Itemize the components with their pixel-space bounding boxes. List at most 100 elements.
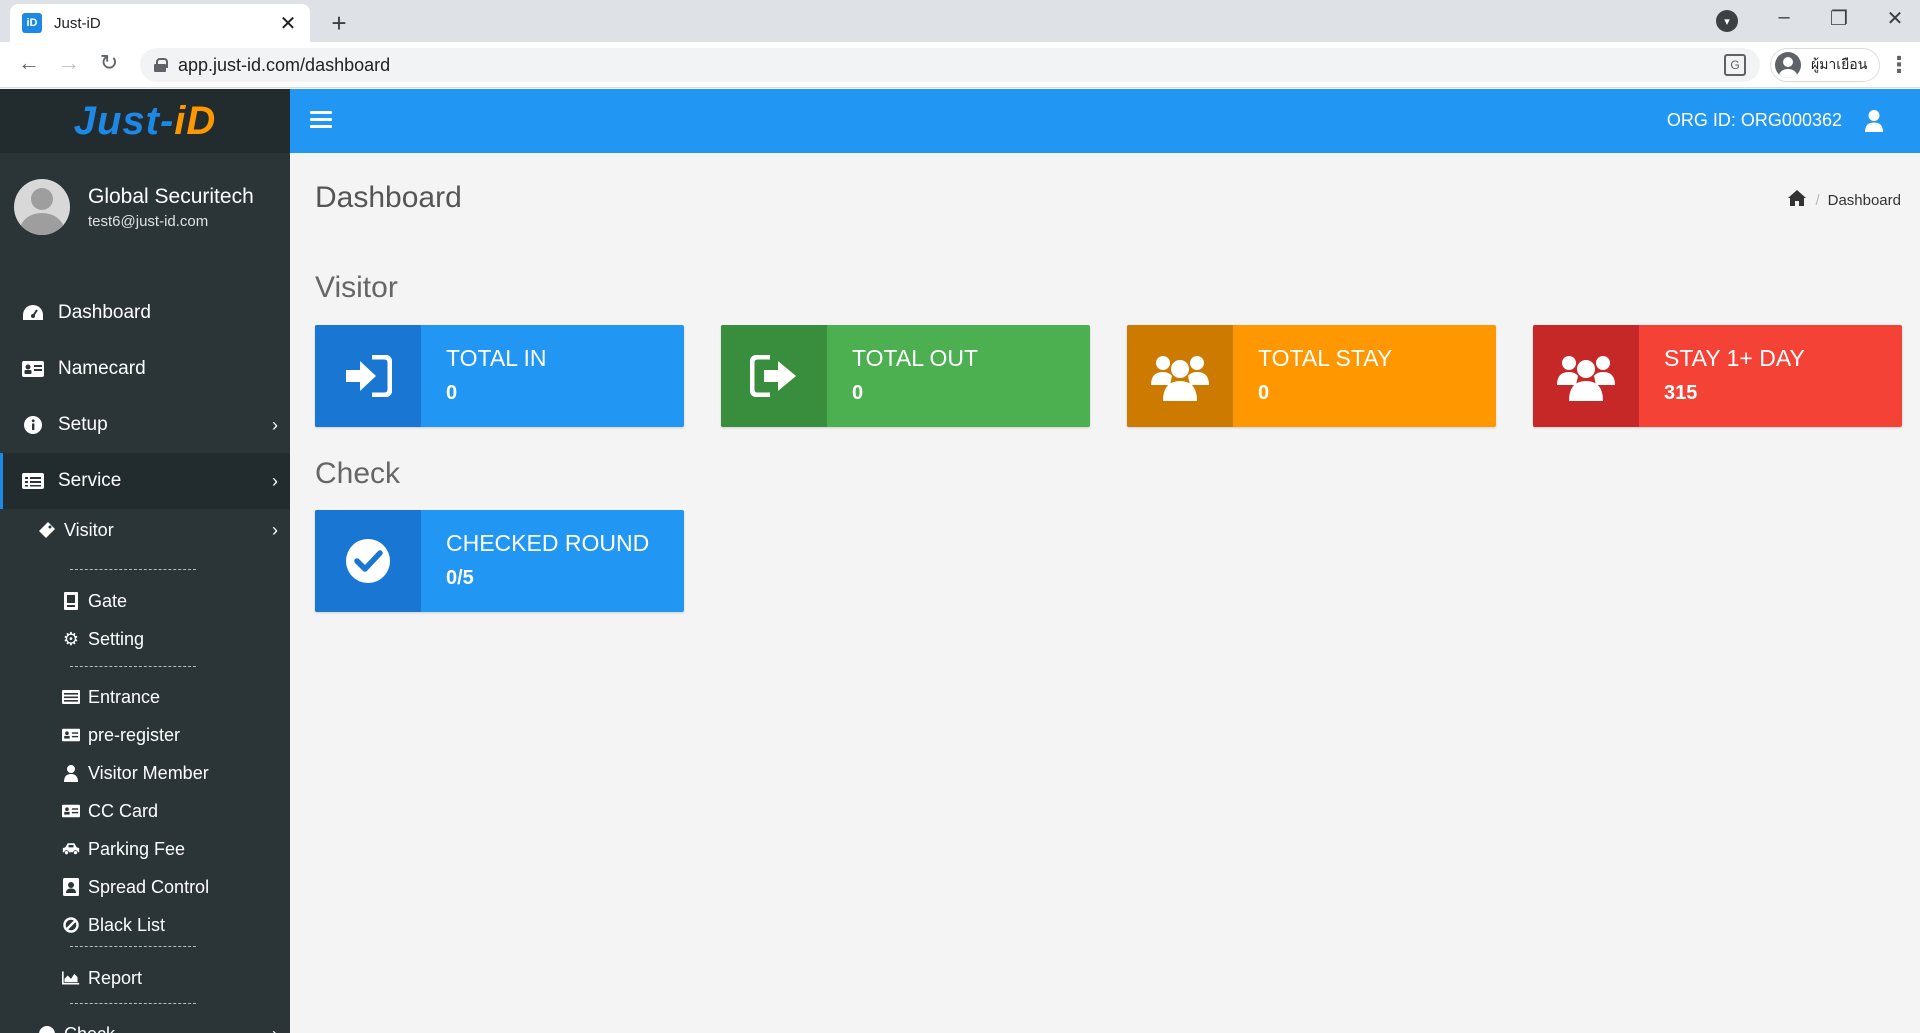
info-box-value: 0/5 [446, 567, 474, 589]
window-close-icon[interactable]: ✕ [1880, 6, 1910, 31]
info-box-label: TOTAL STAY [1258, 345, 1393, 371]
new-tab-button[interactable]: + [326, 8, 352, 39]
chart-icon [62, 969, 80, 987]
info-box-label: TOTAL IN [446, 345, 547, 371]
sign-out-icon [721, 325, 827, 427]
user-icon[interactable] [1864, 109, 1884, 133]
sidebar-item-report[interactable]: Report [0, 959, 290, 997]
breadcrumb-separator: / [1815, 191, 1820, 209]
dashboard-icon [22, 302, 44, 324]
sidebar-item-parking-fee[interactable]: Parking Fee [0, 830, 290, 868]
close-tab-icon[interactable]: ✕ [278, 11, 298, 36]
menu-toggle-icon[interactable] [310, 111, 332, 129]
info-box-checked-round[interactable]: CHECKED ROUND 0/5 [315, 510, 684, 612]
info-icon [22, 414, 44, 436]
restore-icon[interactable]: ❐ [1824, 6, 1854, 31]
info-box-label: STAY 1+ DAY [1664, 345, 1805, 371]
sidebar-item-visitor[interactable]: Visitor › [0, 511, 290, 549]
contact-icon [62, 878, 80, 896]
list-icon [62, 688, 80, 706]
divider [70, 666, 196, 667]
logo: Just-iD [73, 98, 217, 143]
sidebar-item-label: Visitor [64, 519, 114, 540]
browser-tab-bar: iD Just-iD ✕ + ▾ – ❐ ✕ [0, 0, 1920, 42]
browser-toolbar: ← → ↻ app.just-id.com/dashboard [0, 42, 1920, 88]
url-text[interactable]: app.just-id.com/dashboard [178, 55, 390, 76]
sidebar-item-label: Entrance [88, 686, 161, 707]
check-icon [38, 1025, 56, 1033]
browser-menu-icon[interactable]: ⋮ [1888, 52, 1910, 78]
sidebar-item-label: CC Card [88, 800, 159, 821]
sidebar-item-namecard[interactable]: Namecard [0, 341, 290, 397]
id-card-icon [22, 358, 44, 380]
car-icon [62, 840, 80, 858]
sidebar-item-label: Parking Fee [88, 838, 186, 859]
sidebar-item-label: Dashboard [58, 302, 151, 323]
profile-name: ผู้มาเยือน [1811, 56, 1868, 72]
info-box-value: 315 [1664, 382, 1698, 404]
sidebar-item-label: Gate [88, 590, 128, 611]
gate-icon [62, 592, 80, 610]
avatar [14, 179, 70, 235]
tab-title: Just-iD [54, 14, 101, 32]
forward-icon[interactable]: → [54, 50, 84, 76]
sidebar-item-service[interactable]: Service › [0, 453, 290, 509]
sidebar-item-entrance[interactable]: Entrance [0, 678, 290, 716]
sidebar-item-check[interactable]: Check › [0, 1015, 290, 1033]
user-icon [62, 764, 80, 782]
divider [70, 946, 196, 947]
sidebar-item-spread-control[interactable]: Spread Control [0, 868, 290, 906]
chevron-right-icon: › [272, 519, 278, 540]
ticket-icon [38, 521, 56, 539]
top-navbar: ORG ID: ORG000362 [290, 89, 1920, 153]
sidebar-item-label: Setup [58, 414, 108, 435]
ban-icon [62, 916, 80, 934]
info-box-value: 0 [852, 382, 864, 404]
chevron-right-icon: › [272, 1024, 278, 1033]
chevron-right-icon: › [272, 414, 278, 435]
sidebar-item-setup[interactable]: Setup › [0, 397, 290, 453]
sidebar-item-dashboard[interactable]: Dashboard [0, 285, 290, 341]
lock-icon[interactable] [154, 58, 168, 72]
section-title-visitor: Visitor [315, 271, 398, 304]
sidebar: Just-iD Global Securitech test6@just-id.… [0, 89, 290, 1033]
sidebar-item-label: Spread Control [88, 876, 210, 897]
translate-icon[interactable]: G [1724, 54, 1746, 76]
back-icon[interactable]: ← [14, 50, 44, 76]
tab-search-icon[interactable]: ▾ [1716, 10, 1738, 32]
sidebar-item-black-list[interactable]: Black List [0, 906, 290, 944]
main-content: Dashboard / Dashboard Visitor TOTAL IN 0… [290, 153, 1920, 1033]
sidebar-item-cc-card[interactable]: CC Card [0, 792, 290, 830]
sidebar-item-setting[interactable]: ⚙ Setting [0, 620, 290, 658]
breadcrumb-current: Dashboard [1827, 191, 1901, 209]
info-box-total-stay[interactable]: TOTAL STAY 0 [1127, 325, 1496, 427]
reload-icon[interactable]: ↻ [94, 50, 124, 76]
sidebar-item-gate[interactable]: Gate [0, 582, 290, 620]
sidebar-item-label: Black List [88, 914, 166, 935]
browser-tab[interactable]: iD Just-iD ✕ [10, 4, 310, 42]
profile-button[interactable]: ผู้มาเยือน [1770, 48, 1881, 82]
users-icon [1127, 325, 1233, 427]
info-box-value: 0 [446, 382, 458, 404]
favicon-icon: iD [22, 13, 42, 33]
info-box-total-in[interactable]: TOTAL IN 0 [315, 325, 684, 427]
user-name: Global Securitech [88, 184, 254, 208]
info-box-total-out[interactable]: TOTAL OUT 0 [721, 325, 1090, 427]
divider [70, 569, 196, 570]
sidebar-item-pre-register[interactable]: pre-register [0, 716, 290, 754]
info-box-stay-1-day[interactable]: STAY 1+ DAY 315 [1533, 325, 1902, 427]
id-card-icon [62, 726, 80, 744]
section-title-check: Check [315, 457, 401, 490]
address-bar[interactable]: app.just-id.com/dashboard [140, 48, 1760, 82]
logo-area[interactable]: Just-iD [0, 89, 290, 153]
user-panel: Global Securitech test6@just-id.com [0, 153, 290, 261]
check-circle-icon [315, 510, 421, 612]
info-box-label: CHECKED ROUND [446, 530, 650, 556]
chevron-right-icon: › [272, 470, 278, 491]
sidebar-item-label: pre-register [88, 724, 181, 745]
sign-in-icon [315, 325, 421, 427]
profile-avatar-icon [1775, 52, 1801, 78]
minimize-icon[interactable]: – [1769, 6, 1799, 29]
home-icon[interactable] [1787, 189, 1807, 211]
sidebar-item-visitor-member[interactable]: Visitor Member [0, 754, 290, 792]
